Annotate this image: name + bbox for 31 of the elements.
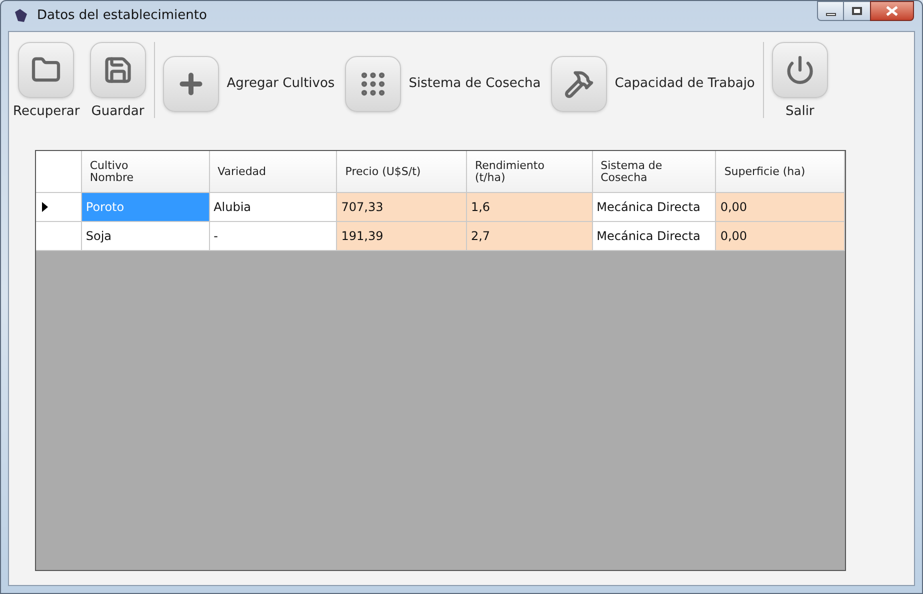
close-icon bbox=[886, 6, 898, 16]
app-icon bbox=[13, 8, 29, 24]
toolbar-button[interactable]: Capacidad de Trabajo bbox=[550, 56, 755, 112]
column-header[interactable]: Sistema de Cosecha bbox=[592, 151, 716, 193]
table-cell[interactable]: 0,00 bbox=[716, 193, 845, 222]
minimize-button[interactable] bbox=[817, 1, 844, 21]
table-cell[interactable]: Mecánica Directa bbox=[592, 193, 716, 222]
table-cell[interactable]: 707,33 bbox=[337, 193, 467, 222]
row-header-corner bbox=[36, 151, 82, 193]
toolbar-button[interactable]: Agregar Cultivos bbox=[162, 56, 335, 112]
table-cell[interactable]: Alubia bbox=[210, 193, 338, 222]
row-header[interactable] bbox=[36, 193, 82, 222]
current-row-icon bbox=[42, 202, 48, 212]
table-cell[interactable]: 191,39 bbox=[337, 222, 467, 251]
window-title: Datos del establecimiento bbox=[37, 7, 207, 26]
power-icon bbox=[784, 55, 815, 85]
close-button[interactable] bbox=[870, 1, 914, 21]
table-cell[interactable]: 1,6 bbox=[466, 193, 593, 222]
column-header[interactable]: Variedad bbox=[210, 151, 338, 193]
table-cell[interactable]: - bbox=[210, 222, 338, 251]
table-cell[interactable]: Soja bbox=[82, 222, 210, 251]
column-header[interactable]: Cultivo Nombre bbox=[82, 151, 210, 193]
maximize-button[interactable] bbox=[844, 1, 870, 21]
hammer-icon bbox=[564, 69, 594, 99]
table-cell[interactable]: 0,00 bbox=[716, 222, 845, 251]
column-header[interactable]: Superficie (ha) bbox=[716, 151, 846, 193]
column-header[interactable]: Rendimiento (t/ha) bbox=[466, 151, 593, 193]
table-cell[interactable]: 2,7 bbox=[466, 222, 593, 251]
column-header[interactable]: Precio (U$S/t) bbox=[337, 151, 467, 193]
toolbar-button[interactable]: Sistema de Cosecha bbox=[344, 56, 541, 112]
table-cell[interactable]: Mecánica Directa bbox=[592, 222, 716, 251]
